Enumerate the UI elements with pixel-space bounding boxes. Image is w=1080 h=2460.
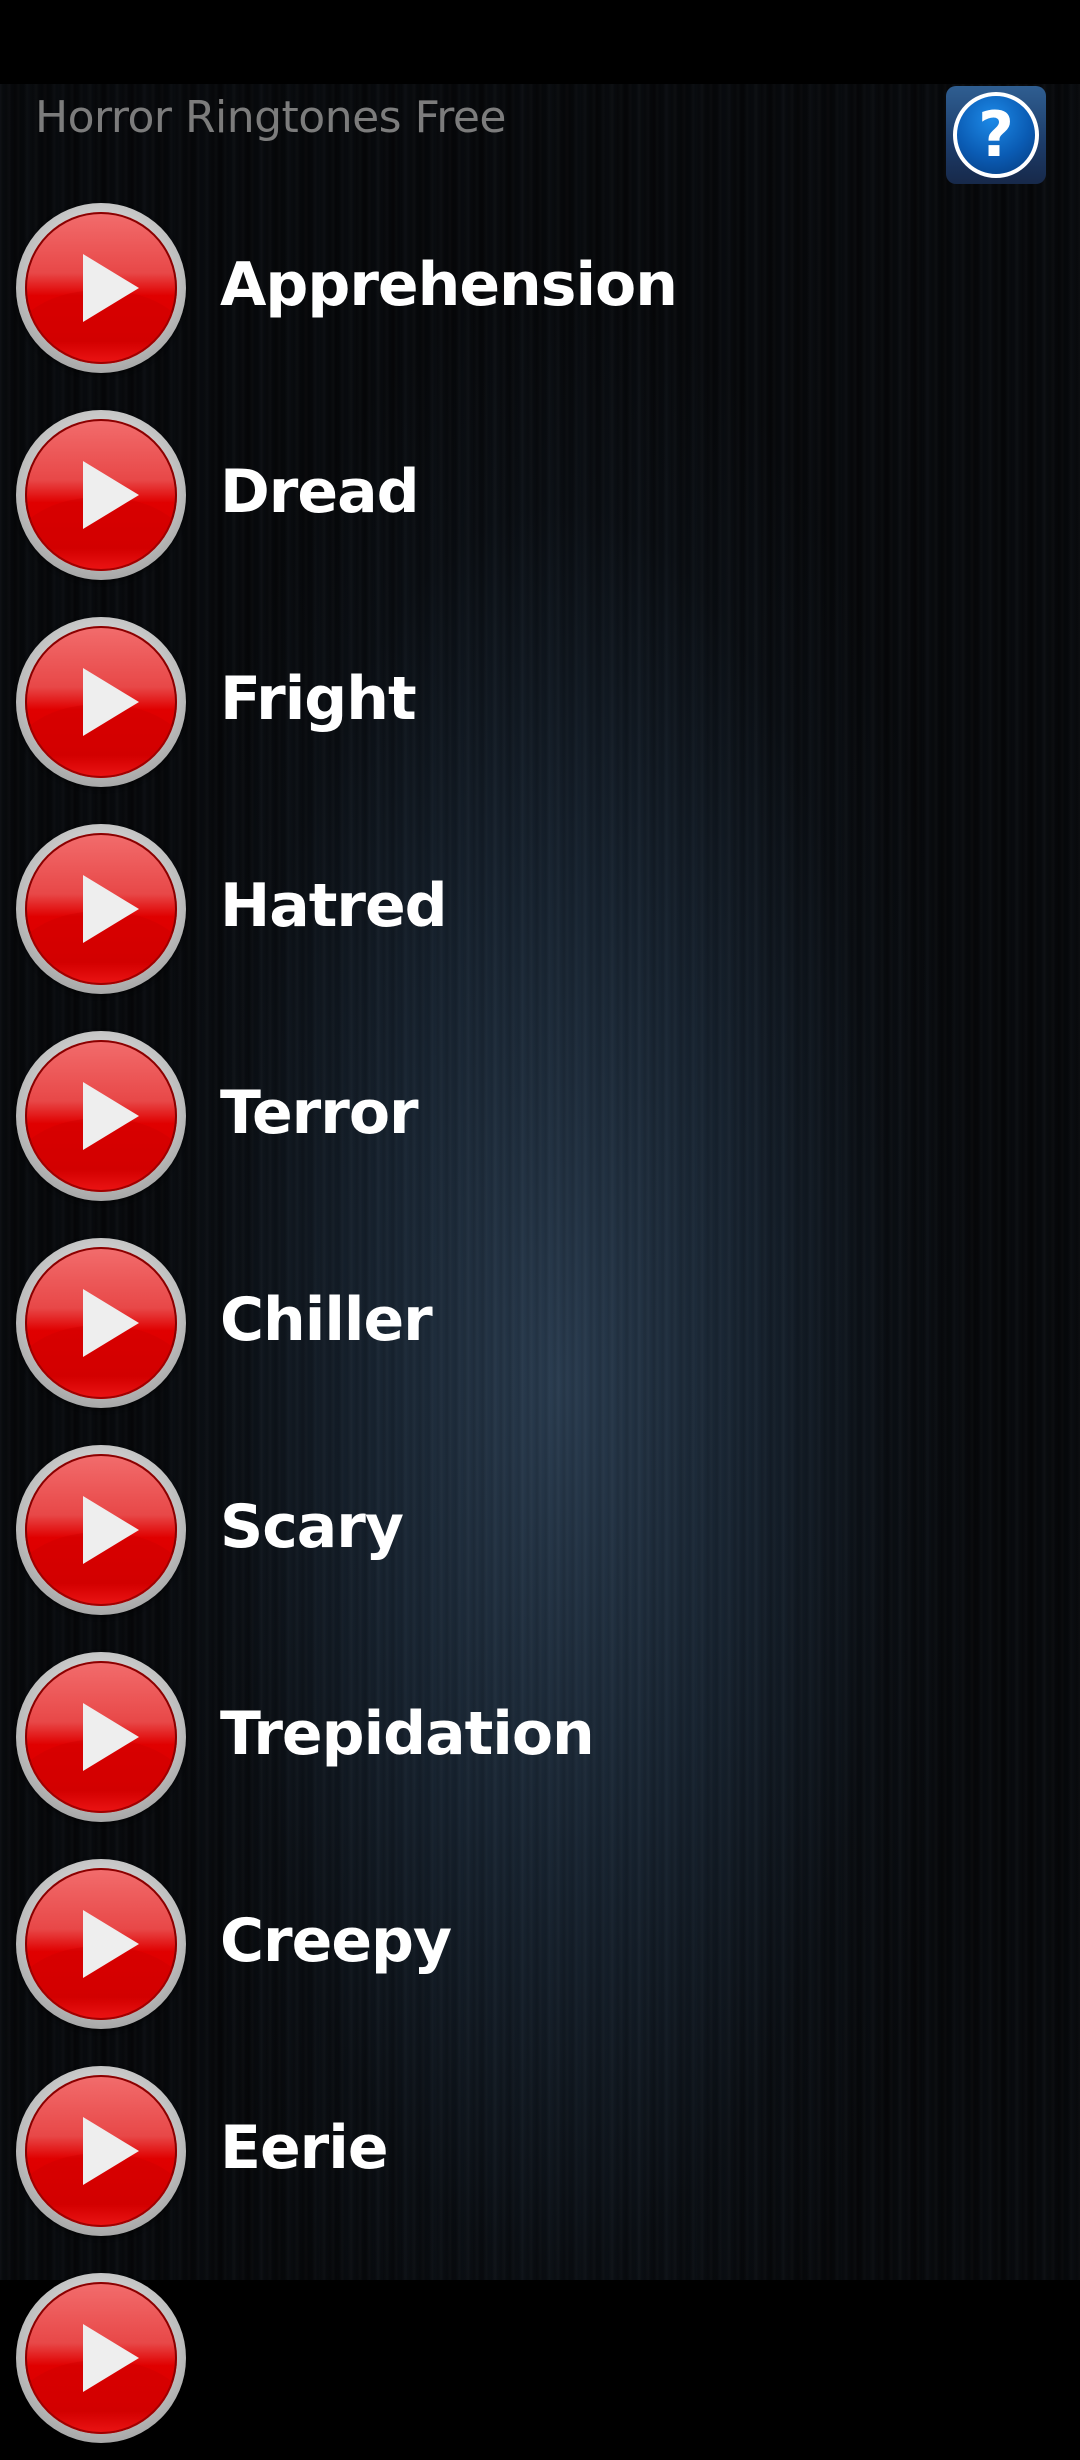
question-mark-icon: ? xyxy=(953,92,1039,178)
play-button[interactable] xyxy=(16,1859,186,2029)
ringtone-label: Trepidation xyxy=(220,1699,595,1769)
play-icon xyxy=(83,1289,139,1357)
ringtone-label: Apprehension xyxy=(220,250,678,320)
play-icon xyxy=(83,875,139,943)
ringtone-row[interactable]: Dread xyxy=(0,390,1080,597)
play-button[interactable] xyxy=(16,2273,186,2443)
ringtone-row[interactable]: Apprehension xyxy=(0,183,1080,390)
play-icon xyxy=(83,461,139,529)
ringtone-label: Dread xyxy=(220,457,420,527)
play-icon xyxy=(83,1703,139,1771)
ringtone-label: Eerie xyxy=(220,2113,389,2183)
ringtone-list: Apprehension Dread Fright Hatred Terror xyxy=(0,183,1080,2460)
ringtone-row[interactable]: Creepy xyxy=(0,1839,1080,2046)
play-button[interactable] xyxy=(16,1445,186,1615)
play-button[interactable] xyxy=(16,617,186,787)
ringtone-label: Hatred xyxy=(220,871,448,941)
ringtone-row[interactable]: Eerie xyxy=(0,2046,1080,2253)
play-icon xyxy=(83,1910,139,1978)
app-title: Horror Ringtones Free xyxy=(35,92,506,143)
ringtone-row[interactable]: Chiller xyxy=(0,1218,1080,1425)
help-button[interactable]: ? xyxy=(946,86,1046,184)
play-icon xyxy=(83,2324,139,2392)
ringtone-row[interactable]: Trepidation xyxy=(0,1632,1080,1839)
ringtone-row[interactable]: Hatred xyxy=(0,804,1080,1011)
play-icon xyxy=(83,1496,139,1564)
play-button[interactable] xyxy=(16,2066,186,2236)
status-bar xyxy=(0,0,1080,84)
ringtone-label: Chiller xyxy=(220,1285,433,1355)
play-button[interactable] xyxy=(16,1238,186,1408)
ringtone-row[interactable]: Terror xyxy=(0,1011,1080,1218)
play-icon xyxy=(83,2117,139,2185)
ringtone-row[interactable]: Scary xyxy=(0,1425,1080,1632)
play-icon xyxy=(83,254,139,322)
ringtone-label: Scary xyxy=(220,1492,404,1562)
play-button[interactable] xyxy=(16,1031,186,1201)
play-icon xyxy=(83,668,139,736)
play-icon xyxy=(83,1082,139,1150)
ringtone-label: Fright xyxy=(220,664,417,734)
play-button[interactable] xyxy=(16,203,186,373)
ringtone-label: Terror xyxy=(220,1078,419,1148)
ringtone-label: Creepy xyxy=(220,1906,452,1976)
play-button[interactable] xyxy=(16,410,186,580)
play-button[interactable] xyxy=(16,1652,186,1822)
ringtone-row[interactable]: Fright xyxy=(0,597,1080,804)
play-button[interactable] xyxy=(16,824,186,994)
ringtone-row[interactable] xyxy=(0,2253,1080,2460)
